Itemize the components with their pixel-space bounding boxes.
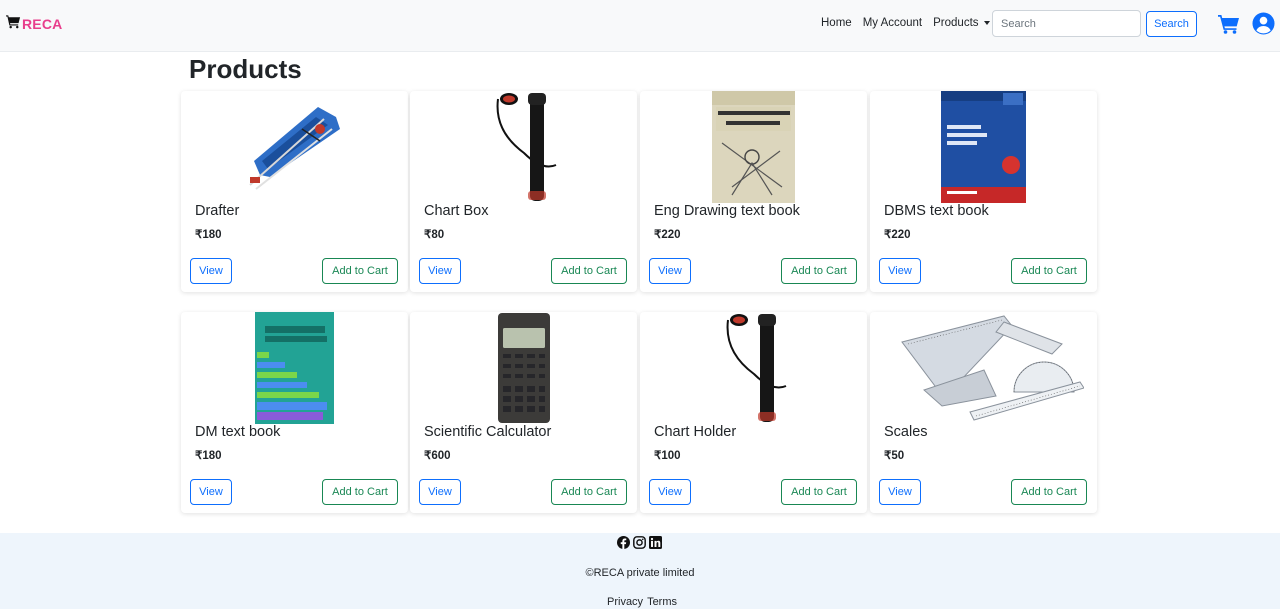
view-button[interactable]: View [190, 258, 232, 284]
add-to-cart-button[interactable]: Add to Cart [781, 258, 857, 284]
add-to-cart-button[interactable]: Add to Cart [322, 258, 398, 284]
page-title: Products [189, 54, 302, 84]
social-links [617, 536, 662, 549]
legal-links: Privacy Terms [607, 596, 677, 608]
search-button[interactable]: Search [1146, 11, 1197, 37]
terms-link[interactable]: Terms [647, 596, 677, 608]
chart-box-image [410, 91, 637, 203]
scales-set-image [870, 312, 1097, 424]
calculator-image [410, 312, 637, 424]
product-price: ₹220 [884, 229, 911, 241]
product-card: Scales ₹50 View Add to Cart [870, 312, 1097, 513]
product-card: Drafter ₹180 View Add to Cart [181, 91, 408, 292]
product-price: ₹180 [195, 229, 222, 241]
product-price: ₹80 [424, 229, 445, 241]
view-button[interactable]: View [419, 258, 461, 284]
product-card: Scientific Calculator ₹600 View Add to C… [410, 312, 637, 513]
nav-home-link[interactable]: Home [821, 17, 852, 29]
view-button[interactable]: View [649, 479, 691, 505]
caret-down-icon [983, 21, 990, 25]
view-button[interactable]: View [419, 479, 461, 505]
product-card: DBMS text book ₹220 View Add to Cart [870, 91, 1097, 292]
add-to-cart-button[interactable]: Add to Cart [322, 479, 398, 505]
engineering-drawing-book-image [640, 91, 867, 203]
product-price: ₹100 [654, 450, 681, 462]
drafter-image [181, 91, 408, 203]
view-button[interactable]: View [190, 479, 232, 505]
product-price: ₹180 [195, 450, 222, 462]
product-title: DM text book [195, 424, 281, 440]
product-title: Drafter [195, 203, 240, 219]
facebook-icon[interactable] [617, 536, 630, 549]
cart-icon[interactable] [1218, 14, 1240, 34]
add-to-cart-button[interactable]: Add to Cart [551, 258, 627, 284]
product-title: Scales [884, 424, 928, 440]
instagram-icon[interactable] [633, 536, 646, 549]
product-price: ₹220 [654, 229, 681, 241]
product-title: Chart Box [424, 203, 489, 219]
add-to-cart-button[interactable]: Add to Cart [1011, 258, 1087, 284]
brand-logo[interactable]: RECA [6, 14, 62, 34]
user-circle-icon[interactable] [1252, 12, 1275, 35]
product-title: Chart Holder [654, 424, 737, 440]
search-input[interactable] [992, 10, 1141, 37]
discrete-math-book-image [181, 312, 408, 424]
product-price: ₹600 [424, 450, 451, 462]
product-card: Chart Holder ₹100 View Add to Cart [640, 312, 867, 513]
navbar: RECA Home My Account Products Search [0, 0, 1280, 52]
cart-icon [6, 14, 21, 34]
view-button[interactable]: View [879, 479, 921, 505]
product-title: DBMS text book [884, 203, 989, 219]
product-price: ₹50 [884, 450, 905, 462]
nav-products-dropdown[interactable]: Products [933, 17, 990, 29]
view-button[interactable]: View [879, 258, 921, 284]
product-card: DM text book ₹180 View Add to Cart [181, 312, 408, 513]
view-button[interactable]: View [649, 258, 691, 284]
privacy-link[interactable]: Privacy [607, 596, 643, 608]
product-card: Chart Box ₹80 View Add to Cart [410, 91, 637, 292]
product-title: Scientific Calculator [424, 424, 552, 440]
brand-name: RECA [22, 16, 63, 32]
dbms-book-image [870, 91, 1097, 203]
chart-holder-image [640, 312, 867, 424]
copyright-text: ©RECA private limited [585, 567, 695, 579]
add-to-cart-button[interactable]: Add to Cart [781, 479, 857, 505]
product-card: Eng Drawing text book ₹220 View Add to C… [640, 91, 867, 292]
nav-account-link[interactable]: My Account [863, 17, 922, 29]
linkedin-icon[interactable] [649, 536, 662, 549]
nav-links: Home My Account Products [821, 17, 990, 29]
footer: ©RECA private limited Privacy Terms [0, 533, 1280, 609]
product-title: Eng Drawing text book [654, 203, 800, 219]
nav-products-label: Products [933, 17, 979, 29]
add-to-cart-button[interactable]: Add to Cart [551, 479, 627, 505]
add-to-cart-button[interactable]: Add to Cart [1011, 479, 1087, 505]
